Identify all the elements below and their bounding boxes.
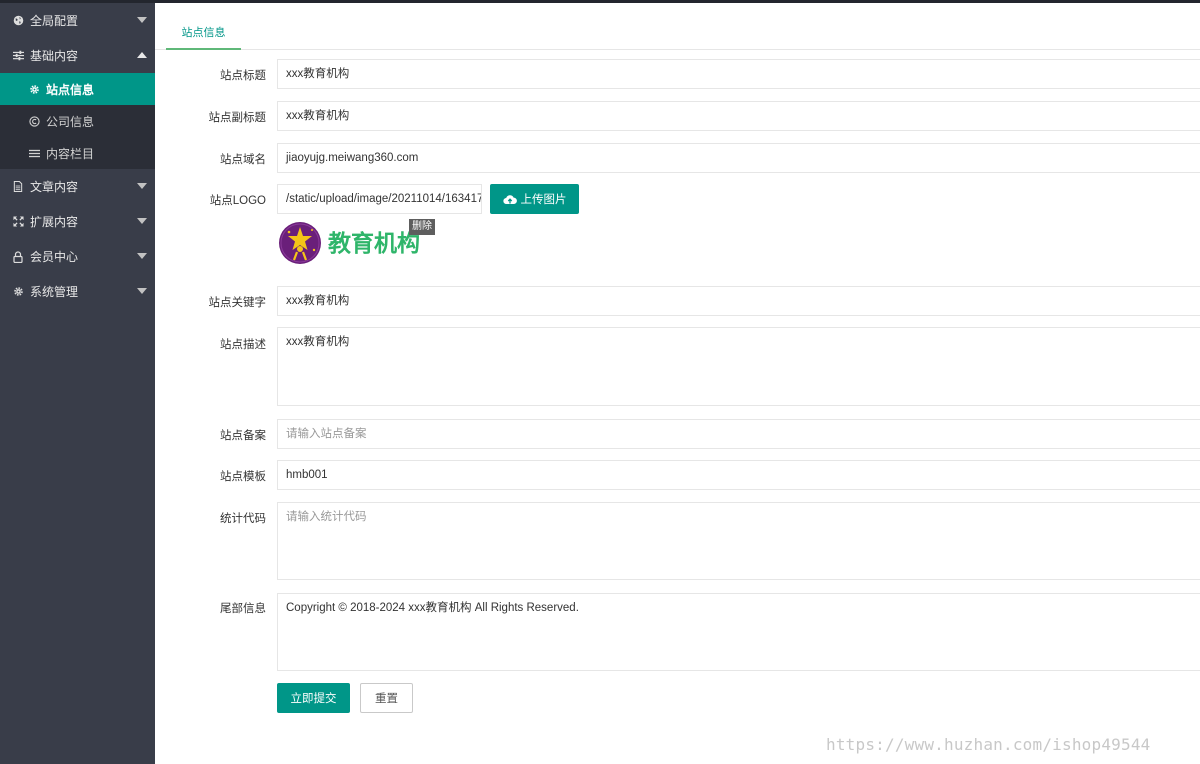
sidebar-item-label: 文章内容 (30, 180, 79, 194)
stats-code-label: 统计代码 (220, 513, 266, 525)
site-keywords-label: 站点关键字 (208, 297, 267, 309)
list-icon (28, 148, 40, 159)
upload-image-button[interactable]: 上传图片 (490, 184, 579, 214)
globe-icon (12, 15, 24, 27)
sidebar-item-label: 系统管理 (30, 285, 79, 299)
chevron-down-icon (137, 183, 147, 189)
sidebar-item-label: 会员中心 (30, 250, 79, 264)
site-subtitle-input[interactable]: xxx教育机构 (277, 101, 1200, 131)
chevron-down-icon (137, 218, 147, 224)
cloud-upload-icon (502, 194, 517, 204)
site-title-input[interactable]: xxx教育机构 (277, 59, 1200, 89)
sidebar-item-article-content[interactable]: 文章内容 (0, 169, 155, 204)
stats-code-textarea[interactable]: 请输入统计代码 (277, 502, 1200, 580)
copyright-icon (28, 115, 40, 127)
tab-bar: 站点信息 (155, 16, 1200, 50)
site-title-label: 站点标题 (220, 70, 266, 82)
sliders-icon (12, 50, 24, 62)
reset-button[interactable]: 重置 (360, 683, 413, 713)
footer-info-label: 尾部信息 (220, 603, 266, 615)
chevron-up-icon (137, 52, 147, 58)
site-template-label: 站点模板 (220, 471, 266, 483)
sidebar-item-extended-content[interactable]: 扩展内容 (0, 204, 155, 239)
gear-icon (12, 286, 24, 298)
top-bar (0, 0, 1200, 3)
sidebar-item-label: 扩展内容 (30, 215, 79, 229)
sidebar-item-label: 站点信息 (46, 82, 95, 97)
submenu-basic-content: 站点信息 公司信息 内容栏目 (0, 73, 155, 169)
sidebar-item-label: 内容栏目 (46, 146, 95, 161)
sidebar-item-global-config[interactable]: 全局配置 (0, 3, 155, 38)
sidebar-item-member-center[interactable]: 会员中心 (0, 239, 155, 274)
sidebar-item-site-info[interactable]: 站点信息 (0, 73, 155, 105)
site-template-input[interactable]: hmb001 (277, 460, 1200, 490)
footer-info-textarea[interactable]: Copyright © 2018-2024 xxx教育机构 All Rights… (277, 593, 1200, 671)
upload-button-label: 上传图片 (520, 194, 567, 206)
sidebar: 全局配置 基础内容 站点信息 公司信息 内容栏目 文章内容 扩展内容 会员中心 … (0, 3, 155, 764)
chevron-down-icon (137, 288, 147, 294)
sidebar-item-label: 全局配置 (30, 14, 79, 28)
watermark-text: https://www.huzhan.com/ishop49544 (826, 735, 1151, 754)
sidebar-item-label: 基础内容 (30, 49, 79, 63)
site-subtitle-label: 站点副标题 (208, 112, 267, 124)
site-keywords-input[interactable]: xxx教育机构 (277, 286, 1200, 316)
site-icp-input[interactable]: 请输入站点备案 (277, 419, 1200, 449)
site-description-textarea[interactable]: xxx教育机构 (277, 327, 1200, 406)
sidebar-item-company-info[interactable]: 公司信息 (0, 105, 155, 137)
lock-icon (12, 250, 24, 263)
site-domain-input[interactable]: jiaoyujg.meiwang360.com (277, 143, 1200, 173)
submit-button[interactable]: 立即提交 (277, 683, 350, 713)
chevron-down-icon (137, 17, 147, 23)
delete-logo-button[interactable]: 删除 (409, 219, 435, 235)
tab-site-info[interactable]: 站点信息 (166, 16, 241, 50)
sidebar-item-content-columns[interactable]: 内容栏目 (0, 137, 155, 169)
site-logo-label: 站点LOGO (209, 195, 266, 207)
site-logo-input[interactable]: /static/upload/image/20211014/1634170 (277, 184, 482, 214)
chevron-down-icon (137, 253, 147, 259)
expand-icon (12, 216, 24, 228)
logo-text: 教育机构 (328, 230, 420, 257)
site-description-label: 站点描述 (220, 339, 266, 351)
sidebar-item-basic-content[interactable]: 基础内容 (0, 38, 155, 73)
site-icp-label: 站点备案 (220, 430, 266, 442)
document-icon (12, 181, 24, 193)
sidebar-item-system-management[interactable]: 系统管理 (0, 274, 155, 309)
gear-icon (28, 84, 40, 95)
sidebar-item-label: 公司信息 (46, 114, 95, 129)
site-domain-label: 站点域名 (220, 154, 266, 166)
